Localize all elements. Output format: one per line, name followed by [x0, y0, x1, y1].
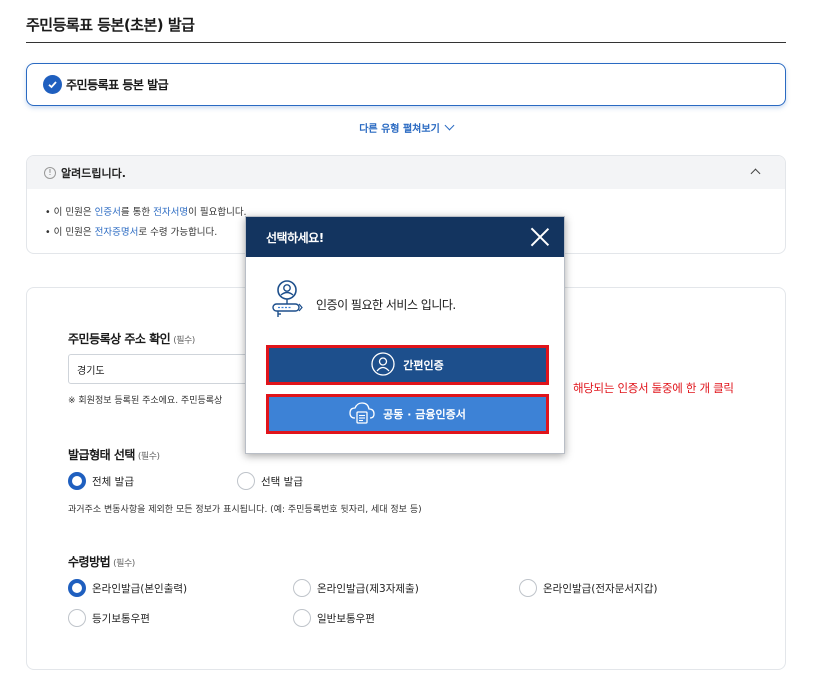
auth-select-modal: 선택하세요! 인증이 필요한 서비스 입니다. 간편인증 공동 · 금융인증서	[245, 216, 565, 454]
chevron-up-icon[interactable]	[750, 168, 761, 179]
info-icon: !	[44, 166, 56, 179]
address-note: ※ 회원정보 등록된 주소에요. 주민등록상	[68, 396, 223, 406]
close-icon[interactable]	[530, 227, 550, 247]
cloud-document-icon	[349, 401, 375, 428]
radio-dot	[68, 609, 86, 627]
radio-dot	[519, 579, 537, 597]
receive-radio-online-wallet[interactable]: 온라인발급(전자문서지갑)	[519, 579, 657, 597]
modal-message-row: 인증이 필요한 서비스 입니다.	[270, 279, 456, 329]
radio-dot	[68, 472, 86, 490]
check-circle-icon	[43, 75, 62, 94]
modal-message: 인증이 필요한 서비스 입니다.	[316, 297, 456, 312]
receive-radio-online-third[interactable]: 온라인발급(제3자제출)	[293, 579, 419, 597]
modal-title: 선택하세요!	[266, 230, 324, 245]
simple-auth-button[interactable]: 간편인증	[266, 345, 549, 385]
receive-radio-online-self[interactable]: 온라인발급(본인출력)	[68, 579, 187, 597]
issue-type-radio-full[interactable]: 전체 발급	[68, 472, 134, 490]
expand-types-link[interactable]: 다른 유형 펼쳐보기	[0, 120, 812, 135]
radio-dot	[68, 579, 86, 597]
user-circle-icon	[371, 351, 395, 379]
issue-type-help: 과거주소 변동사항을 제외한 모든 정보가 표시됩니다. (예: 주민등록번호 …	[68, 505, 422, 515]
page-title: 주민등록표 등본(초본) 발급	[26, 16, 195, 34]
issue-type-radio-partial[interactable]: 선택 발급	[237, 472, 303, 490]
receive-radio-regular-mail[interactable]: 일반보통우편	[293, 609, 375, 627]
selected-type-card[interactable]: 주민등록표 등본 발급	[26, 63, 786, 106]
simple-auth-label: 간편인증	[403, 359, 444, 372]
receive-radio-registered-mail[interactable]: 등기보통우편	[68, 609, 150, 627]
receive-method-section-title: 수령방법 (필수)	[68, 555, 135, 569]
radio-dot	[293, 579, 311, 597]
notice-header[interactable]: ! 알려드립니다.	[27, 156, 785, 189]
selected-type-label: 주민등록표 등본 발급	[66, 78, 169, 92]
chevron-down-icon	[444, 120, 455, 131]
title-divider	[26, 42, 786, 43]
certificate-auth-label: 공동 · 금융인증서	[383, 408, 466, 421]
issue-type-section-title: 발급형태 선택 (필수)	[68, 448, 160, 462]
user-key-icon	[270, 279, 304, 329]
expand-types-label: 다른 유형 펼쳐보기	[359, 124, 440, 135]
address-section-title: 주민등록상 주소 확인 (필수)	[68, 332, 195, 346]
instruction-annotation: 해당되는 인증서 둘중에 한 개 클릭	[573, 381, 734, 395]
notice-title: 알려드립니다.	[61, 166, 126, 180]
radio-dot	[293, 609, 311, 627]
modal-header: 선택하세요!	[246, 217, 564, 257]
radio-dot	[237, 472, 255, 490]
certificate-auth-button[interactable]: 공동 · 금융인증서	[266, 394, 549, 434]
